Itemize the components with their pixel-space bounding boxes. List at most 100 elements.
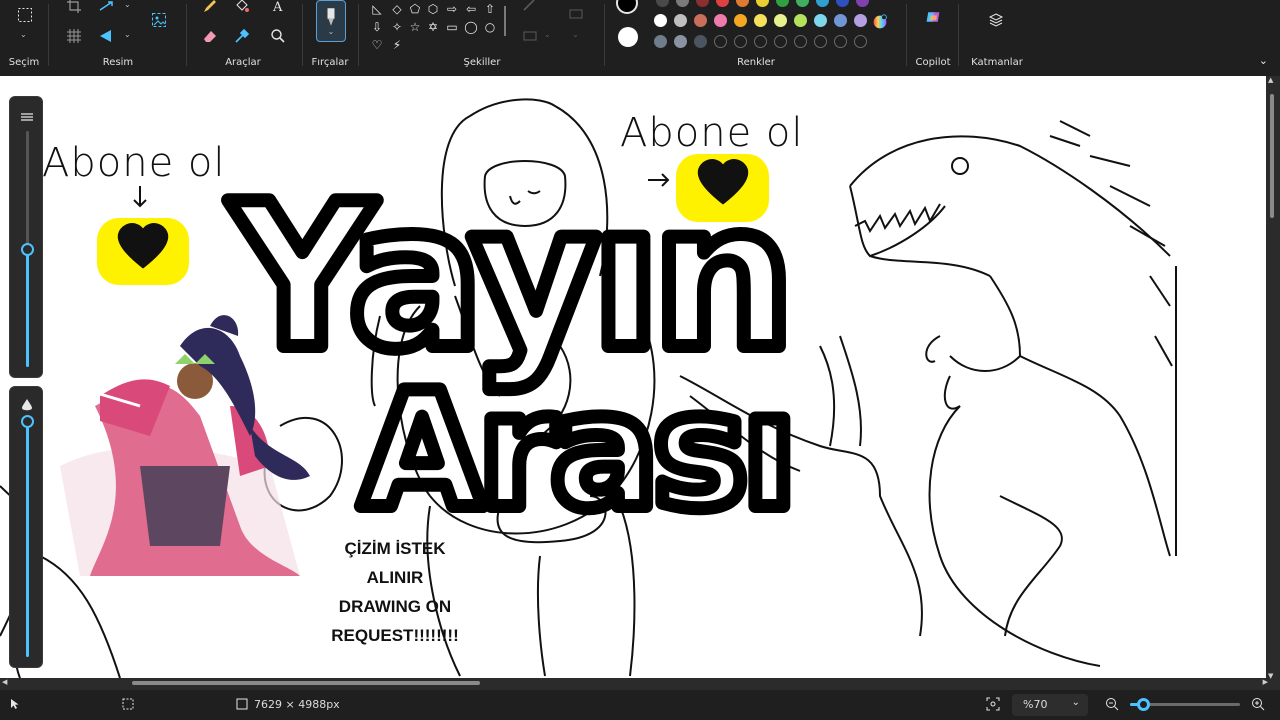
color-swatch[interactable] <box>754 14 767 27</box>
zoom-in-icon[interactable] <box>1251 697 1265 714</box>
eraser-icon[interactable] <box>200 26 220 46</box>
color-swatch[interactable] <box>856 0 869 7</box>
custom-color-slot[interactable] <box>814 35 827 48</box>
horizontal-scrollbar[interactable]: ◀ ▶ <box>2 678 1268 687</box>
arrow-left-shape-icon[interactable]: ⇦ <box>464 2 478 16</box>
scroll-down-arrow-icon[interactable]: ▼ <box>1268 672 1273 680</box>
custom-color-slot[interactable] <box>774 35 787 48</box>
arrow-down-shape-icon[interactable]: ⇩ <box>370 20 384 34</box>
line-style-icon[interactable] <box>520 26 540 46</box>
color-swatch[interactable] <box>694 14 707 27</box>
custom-color-slot[interactable] <box>854 35 867 48</box>
chevron-down-icon[interactable]: ⌄ <box>124 0 131 9</box>
lightning-shape-icon[interactable]: ⚡ <box>390 38 404 52</box>
color-swatch[interactable] <box>714 14 727 27</box>
color-swatch[interactable] <box>656 0 669 7</box>
custom-color-slot[interactable] <box>714 35 727 48</box>
pencil-icon[interactable] <box>200 0 220 16</box>
scroll-up-arrow-icon[interactable]: ▲ <box>1268 76 1273 84</box>
color-swatch[interactable] <box>696 0 709 7</box>
expand-ribbon-chevron-icon[interactable]: ⌄ <box>1259 54 1268 67</box>
arrow-right-shape-icon[interactable]: ⇨ <box>445 2 459 16</box>
layers-group[interactable]: Katmanlar <box>962 0 1032 76</box>
color-picker-icon[interactable] <box>232 26 252 46</box>
selection-group: ⌄ Seçim <box>0 0 48 76</box>
star4-shape-icon[interactable]: ✧ <box>390 20 404 34</box>
primary-color-swatch[interactable] <box>616 0 638 14</box>
right-triangle-shape-icon[interactable]: ◺ <box>370 2 384 16</box>
color-swatch[interactable] <box>674 14 687 27</box>
chevron-down-icon[interactable]: ⌄ <box>20 30 27 39</box>
color-swatch[interactable] <box>796 0 809 7</box>
color-swatch[interactable] <box>676 0 689 7</box>
diamond-shape-icon[interactable]: ◇ <box>390 2 404 16</box>
zoom-slider-track[interactable] <box>1130 698 1240 711</box>
color-swatch[interactable] <box>816 0 829 7</box>
star5-shape-icon[interactable]: ☆ <box>408 20 422 34</box>
custom-color-slot[interactable] <box>834 35 847 48</box>
scroll-left-arrow-icon[interactable]: ◀ <box>2 678 7 686</box>
image-creator-icon[interactable] <box>149 10 169 30</box>
chevron-down-icon[interactable]: ⌄ <box>124 30 131 39</box>
secondary-color-swatch[interactable] <box>618 27 638 47</box>
custom-color-slot[interactable] <box>754 35 767 48</box>
zoom-dropdown[interactable]: %70 ⌄ <box>1012 694 1088 716</box>
color-swatch[interactable] <box>734 14 747 27</box>
brush-size-thumb[interactable] <box>21 243 34 256</box>
callout-oval-shape-icon[interactable]: ◯ <box>464 20 478 34</box>
zoom-out-icon[interactable] <box>1105 697 1119 714</box>
layers-icon[interactable] <box>986 10 1006 30</box>
flip-icon[interactable] <box>96 26 116 46</box>
background-removal-icon[interactable] <box>64 26 84 46</box>
custom-color-slot[interactable] <box>734 35 747 48</box>
vertical-scrollbar[interactable]: ▲ ▼ <box>1268 76 1276 680</box>
custom-color-slot[interactable] <box>674 35 687 48</box>
zoom-slider-thumb[interactable] <box>1137 698 1151 711</box>
copilot-icon[interactable] <box>922 6 944 28</box>
scroll-right-arrow-icon[interactable]: ▶ <box>1263 678 1268 686</box>
color-swatch[interactable] <box>836 0 849 7</box>
hexagon-shape-icon[interactable]: ⬡ <box>426 2 440 16</box>
crop-icon[interactable] <box>64 0 84 16</box>
star6-shape-icon[interactable]: ✡ <box>426 20 440 34</box>
color-swatch[interactable] <box>654 14 667 27</box>
opacity-thumb[interactable] <box>21 415 34 428</box>
rectangle-select-icon[interactable] <box>14 4 36 26</box>
fit-to-window-icon[interactable] <box>986 697 1000 714</box>
shapes-scrollbar[interactable] <box>504 6 506 36</box>
custom-color-slot[interactable] <box>794 35 807 48</box>
vertical-scroll-thumb[interactable] <box>1270 94 1274 218</box>
outline-icon[interactable] <box>520 0 540 14</box>
color-swatch[interactable] <box>814 14 827 27</box>
horizontal-scroll-thumb[interactable] <box>132 681 480 685</box>
chevron-down-icon[interactable]: ⌄ <box>572 30 579 39</box>
drawing-canvas[interactable]: Abone ol Abone ol Yayın Arası ÇİZİM İSTE… <box>0 76 1266 678</box>
shape-fill-icon[interactable] <box>566 4 586 24</box>
chevron-down-icon[interactable]: ⌄ <box>544 30 551 39</box>
callout-rect-shape-icon[interactable]: ▭ <box>445 20 459 34</box>
color-swatch[interactable] <box>736 0 749 7</box>
heart-shape-icon[interactable]: ♡ <box>370 38 384 52</box>
color-swatch[interactable] <box>756 0 769 7</box>
resize-icon[interactable] <box>96 0 116 16</box>
color-swatch[interactable] <box>716 0 729 7</box>
fill-bucket-icon[interactable] <box>232 0 252 16</box>
custom-color-slot[interactable] <box>654 35 667 48</box>
request-line: DRAWING ON <box>338 597 452 616</box>
arrow-up-shape-icon[interactable]: ⇧ <box>483 2 497 16</box>
text-icon[interactable]: A <box>268 0 288 16</box>
color-swatch[interactable] <box>794 14 807 27</box>
pentagon-shape-icon[interactable]: ⬠ <box>408 2 422 16</box>
custom-color-slot[interactable] <box>694 35 707 48</box>
color-swatch[interactable] <box>854 14 867 27</box>
color-swatch[interactable] <box>834 14 847 27</box>
copilot-group[interactable]: Copilot <box>908 0 958 76</box>
callout-cloud-shape-icon[interactable]: ○ <box>483 20 497 34</box>
magnifier-icon[interactable] <box>268 26 288 46</box>
edit-colors-icon[interactable] <box>868 10 892 34</box>
chevron-down-icon[interactable]: ⌄ <box>328 28 335 36</box>
opacity-drop-icon <box>20 397 34 411</box>
color-swatch[interactable] <box>774 14 787 27</box>
color-swatch[interactable] <box>776 0 789 7</box>
brush-button[interactable]: ⌄ <box>316 0 346 42</box>
